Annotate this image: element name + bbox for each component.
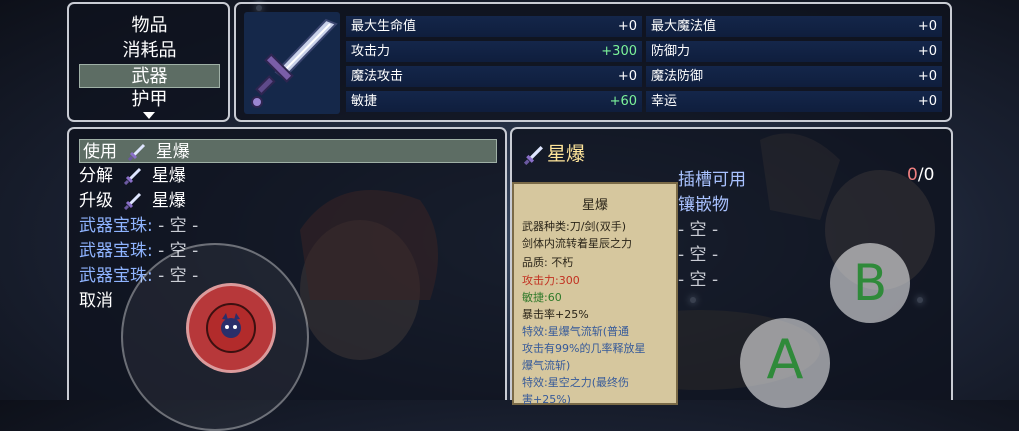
slot-total: 0 [923,165,935,185]
category-item-items[interactable]: 物品 [79,14,220,38]
tooltip-effect: 特效:星爆气流斩(普通 [522,325,629,338]
sword-icon [124,167,142,185]
stat-row: 最大生命值 +0 [346,16,642,37]
item-tooltip: 星爆 武器种类:刀/剑(双手) 剑体内流转着星辰之力 品质: 不朽 攻击力:30… [512,182,678,406]
stat-row: 敏捷 +60 [346,91,642,112]
stats-panel: 最大生命值 +0 攻击力 +300 魔法攻击 +0 敏捷 +60 最大魔法值 +… [234,2,952,122]
action-verb: 分解 [79,166,113,186]
stat-value: +300 [601,44,637,59]
action-item-name: 星爆 [155,142,190,162]
stat-label: 最大生命值 [351,19,417,34]
disassemble-option[interactable]: 分解 星爆 [79,164,186,188]
stat-label: 幸运 [651,94,678,109]
inlay-slot-value: - 空 - [678,245,719,265]
item-title-text: 星爆 [547,143,586,165]
tooltip-agility: 敏捷:60 [522,291,562,304]
stat-label: 攻击力 [351,44,391,59]
stat-row: 防御力 +0 [646,41,942,62]
gem-slot-option[interactable]: 武器宝珠: - 空 - [79,214,198,238]
stat-row: 魔法攻击 +0 [346,66,642,87]
stat-row: 魔法防御 +0 [646,66,942,87]
action-verb: 使用 [83,142,117,162]
slot-used: 0 [907,165,918,185]
gem-slot-label: 武器宝珠: [79,216,153,236]
stat-row: 幸运 +0 [646,91,942,112]
upgrade-option[interactable]: 升级 星爆 [79,189,186,213]
stat-label: 最大魔法值 [651,19,717,34]
tooltip-desc: 剑体内流转着星辰之力 [522,237,632,250]
inlay-slot-value: - 空 - [678,270,719,290]
scroll-down-icon[interactable] [143,112,155,119]
cancel-option[interactable]: 取消 [79,289,113,313]
stat-value: +0 [617,19,637,34]
stat-value: +60 [609,94,637,109]
sword-icon [523,145,543,165]
sword-icon [251,18,338,108]
tooltip-name: 星爆 [581,198,608,213]
slot-available-label: 插槽可用 [678,170,746,190]
item-title: 星爆 [523,139,586,166]
use-item-option[interactable]: 使用 星爆 [79,139,497,163]
stat-value: +0 [917,94,937,109]
tooltip-quality: 品质: 不朽 [522,256,574,269]
category-item-armor[interactable]: 护甲 [79,88,220,112]
joystick-icon [206,303,256,353]
gem-slot-label: 武器宝珠: [79,241,153,261]
stat-value: +0 [917,19,937,34]
stat-value: +0 [917,69,937,84]
b-button[interactable]: B [830,243,910,323]
tooltip-effect: 爆气流斩) [522,359,571,372]
stat-label: 魔法防御 [651,69,704,84]
tooltip-effect: 特效:星空之力(最终伤 [522,376,629,389]
stat-label: 防御力 [651,44,691,59]
inlay-slot-value: - 空 - [678,220,719,240]
tooltip-crit: 暴击率+25% [522,308,589,321]
stat-row: 攻击力 +300 [346,41,642,62]
gem-slot-value: - 空 - [158,216,199,236]
weapon-preview [244,12,340,114]
stat-label: 魔法攻击 [351,69,404,84]
category-item-weapons[interactable]: 武器 [79,64,220,88]
stat-row: 最大魔法值 +0 [646,16,942,37]
inlay-label: 镶嵌物 [678,195,729,215]
slot-count: 0/0 [907,165,934,185]
action-item-name: 星爆 [151,191,186,211]
tooltip-effect: 攻击有99%的几率释放星 [522,342,646,355]
demon-face-icon [221,313,241,338]
category-menu: 物品 消耗品 武器 护甲 [67,2,230,122]
a-button[interactable]: A [740,318,830,408]
action-verb: 升级 [79,191,113,211]
stat-value: +0 [917,44,937,59]
sword-icon [128,143,146,161]
tooltip-effect: 害+25%) [522,393,571,406]
sword-icon [124,192,142,210]
stat-value: +0 [617,69,637,84]
tooltip-type: 武器种类:刀/剑(双手) [522,220,626,233]
action-item-name: 星爆 [151,166,186,186]
category-item-consumables[interactable]: 消耗品 [79,39,220,63]
joystick-knob[interactable] [186,283,276,373]
stat-label: 敏捷 [351,94,378,109]
tooltip-attack: 攻击力:300 [522,274,580,287]
